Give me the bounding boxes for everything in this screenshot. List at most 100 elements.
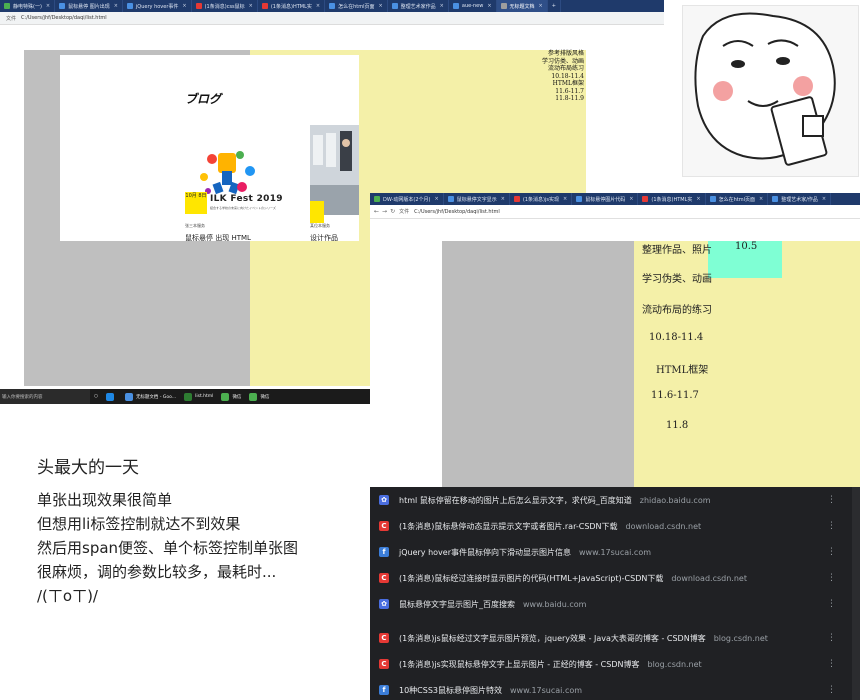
suggestion-title: 10种CSS3鼠标悬停图片特效 — [399, 685, 503, 695]
tab-favicon-icon — [452, 3, 459, 9]
tab2-4[interactable]: (1条消息)HTML实 × — [638, 193, 706, 205]
card2-date-badge — [310, 201, 324, 223]
tab-close-icon[interactable]: × — [249, 3, 253, 9]
tab-1[interactable]: 鼠标悬停 图片出现 × — [55, 0, 123, 12]
card2-title[interactable]: 设计作品 — [310, 233, 338, 241]
nav-item-3[interactable]: 10.18-11.4 — [542, 73, 584, 81]
nav-item-date-3[interactable]: 11.6-11.7 — [651, 390, 699, 401]
tab-favicon-icon — [642, 196, 649, 202]
more-options-icon[interactable]: ⋮ — [827, 521, 836, 531]
nav-item-5[interactable]: 11.6-11.7 — [542, 88, 584, 96]
tab-close-icon[interactable]: × — [46, 3, 50, 9]
tab-6[interactable]: 整理艺术家作品 × — [388, 0, 449, 12]
edge-icon[interactable] — [102, 389, 121, 404]
nav-item-date-2[interactable]: 10.18-11.4 — [649, 332, 703, 343]
tab-label: aue-new — [461, 3, 484, 9]
suggestion-item[interactable]: ✿ html 鼠标停留在移动的图片上后怎么显示文字，求代码_百度知道 zhidao.… — [370, 487, 860, 513]
tab-close-icon[interactable]: × — [378, 3, 382, 9]
tab-8[interactable]: 无标题文档 × — [496, 0, 548, 12]
more-options-icon[interactable]: ⋮ — [827, 547, 836, 557]
tab2-6[interactable]: 整理艺术家/作品 × — [768, 193, 832, 205]
more-options-icon[interactable]: ⋮ — [827, 599, 836, 609]
address-url[interactable]: C:/Users/jhf/Desktop/daqi/list.html — [21, 15, 107, 21]
tab2-1[interactable]: 鼠标悬停文字显示 × — [444, 193, 510, 205]
tab-close-icon[interactable]: × — [114, 3, 118, 9]
suggestion-title: jQuery hover事件鼠标停向下滑动显示图片信息 — [399, 547, 571, 557]
suggestion-title: 鼠标悬停文字显示图片_百度搜索 — [399, 599, 515, 609]
more-options-icon[interactable]: ⋮ — [827, 659, 836, 669]
tab-close-icon[interactable]: × — [563, 196, 567, 202]
taskbar-app-1[interactable]: list.html — [180, 389, 217, 404]
taskbar-app-2[interactable]: 微信 — [217, 389, 245, 404]
tab-close-icon[interactable]: × — [434, 196, 438, 202]
tab-close-icon[interactable]: × — [629, 196, 633, 202]
tab2-5[interactable]: 怎么在html页面 × — [706, 193, 769, 205]
more-options-icon[interactable]: ⋮ — [827, 495, 836, 505]
new-tab-icon[interactable]: + — [548, 0, 561, 12]
suggestion-item[interactable]: C (1条消息)js鼠标经过文字显示图片预览，jquery效果 - Java大表哥… — [370, 625, 860, 651]
caption-line: 单张出现效果很简单 — [37, 491, 173, 509]
tab-close-icon[interactable]: × — [696, 196, 700, 202]
tab-close-icon[interactable]: × — [182, 3, 186, 9]
nav-item-4[interactable]: HTML框架 — [542, 80, 584, 88]
suggestion-item[interactable]: C (1条消息)js实现鼠标悬停文字上显示图片 - 正经的博客 - CSDN博客 b… — [370, 651, 860, 677]
tab-close-icon[interactable]: × — [487, 3, 491, 9]
tab-label: (1条消息)HTML实 — [651, 196, 693, 203]
tab-close-icon[interactable]: × — [316, 3, 320, 9]
suggestion-item[interactable]: f 10种CSS3鼠标悬停图片特效 www.17sucai.com ⋮ — [370, 677, 860, 700]
tab-7[interactable]: aue-new × — [449, 0, 497, 12]
tab2-2[interactable]: (1条消息)js实现 × — [510, 193, 573, 205]
more-options-icon[interactable]: ⋮ — [827, 633, 836, 643]
app-icon — [221, 392, 230, 401]
address-bar[interactable]: 文件 C:/Users/jhf/Desktop/daqi/list.html — [0, 12, 664, 25]
forward-icon[interactable]: → — [382, 208, 387, 215]
tab2-0[interactable]: DW-动网版本(2个月) × — [370, 193, 444, 205]
reload-icon[interactable]: ↻ — [390, 208, 395, 215]
nav-item-works[interactable]: 整理作品、照片 — [642, 241, 712, 256]
nav-item-flow[interactable]: 流动布局的练习 — [642, 301, 712, 316]
nav-item-1[interactable]: 学习仿类、动画 — [542, 58, 584, 66]
tab-4[interactable]: (1条消息)HTML实 × — [258, 0, 326, 12]
tab2-3[interactable]: 鼠标悬停图片代码 × — [572, 193, 639, 205]
more-options-icon[interactable]: ⋮ — [827, 685, 836, 695]
tab-favicon-icon — [4, 3, 10, 9]
nav-item-0[interactable]: 参考排版风格 — [542, 50, 584, 58]
nav-item-6[interactable]: 11.8-11.9 — [542, 95, 584, 103]
tab-close-icon[interactable]: × — [822, 196, 826, 202]
taskbar-app-0[interactable]: 无标题文档 - Goo... — [121, 389, 180, 404]
nav-item-date-1[interactable]: 10.5 — [735, 241, 757, 252]
nav-item-html[interactable]: HTML框架 — [656, 361, 708, 376]
tab-3[interactable]: (1条消息)css鼠标 × — [192, 0, 258, 12]
baidu-paw-icon: ✿ — [379, 599, 389, 609]
suggestion-item[interactable]: C (1条消息)鼠标经过连接时显示图片的代码(HTML+JavaScript)-C… — [370, 565, 860, 591]
more-options-icon[interactable]: ⋮ — [827, 573, 836, 583]
taskbar-app-3[interactable]: 微信 — [245, 389, 273, 404]
csdn-icon: C — [379, 633, 389, 643]
tab-favicon-icon — [709, 196, 716, 202]
task-view-icon[interactable]: ○ — [90, 389, 102, 404]
address-url-2[interactable]: C:/Users/jhf/Desktop/daqi/list.html — [414, 209, 500, 215]
tab-5[interactable]: 怎么在html页面 × — [325, 0, 388, 12]
tab-0[interactable]: 静电特殊(一) × — [0, 0, 56, 12]
suggestion-domain: www.baidu.com — [523, 599, 587, 609]
tab-favicon-icon — [374, 196, 380, 202]
back-icon[interactable]: ← — [374, 208, 379, 215]
tab-close-icon[interactable]: × — [440, 3, 444, 9]
tab-close-icon[interactable]: × — [501, 196, 505, 202]
tab-2[interactable]: jQuery hover事件 × — [123, 0, 192, 12]
suggestion-item[interactable]: C (1条消息)鼠标悬停动态显示提示文字或者图片.rar-CSDN下载 downlo… — [370, 513, 860, 539]
tab-favicon-icon — [126, 3, 133, 9]
taskbar-search[interactable]: 输入你要搜索的内容 — [0, 389, 90, 404]
dropdown-scrollbar[interactable] — [852, 487, 860, 700]
suggestion-item[interactable]: ✿ 鼠标悬停文字显示图片_百度搜索 www.baidu.com ⋮ — [370, 591, 860, 617]
windows-taskbar: 输入你要搜索的内容 ○ 无标题文档 - Goo... list.html 微信 微信 — [0, 389, 370, 404]
tab-favicon-icon — [513, 196, 520, 202]
card1-title[interactable]: 鼠标悬停 出现 HTML — [185, 233, 251, 241]
nav-item-date-4[interactable]: 11.8 — [666, 420, 688, 431]
nav-item-pseudo[interactable]: 学习伪类、动画 — [642, 270, 712, 285]
tab-close-icon[interactable]: × — [759, 196, 763, 202]
suggestion-item[interactable]: f jQuery hover事件鼠标停向下滑动显示图片信息 www.17sucai.… — [370, 539, 860, 565]
tab-close-icon[interactable]: × — [539, 3, 543, 9]
nav-item-2[interactable]: 流动布局练习 — [542, 65, 584, 73]
address-bar-2[interactable]: ← → ↻ 文件 C:/Users/jhf/Desktop/daqi/list.… — [370, 205, 860, 219]
